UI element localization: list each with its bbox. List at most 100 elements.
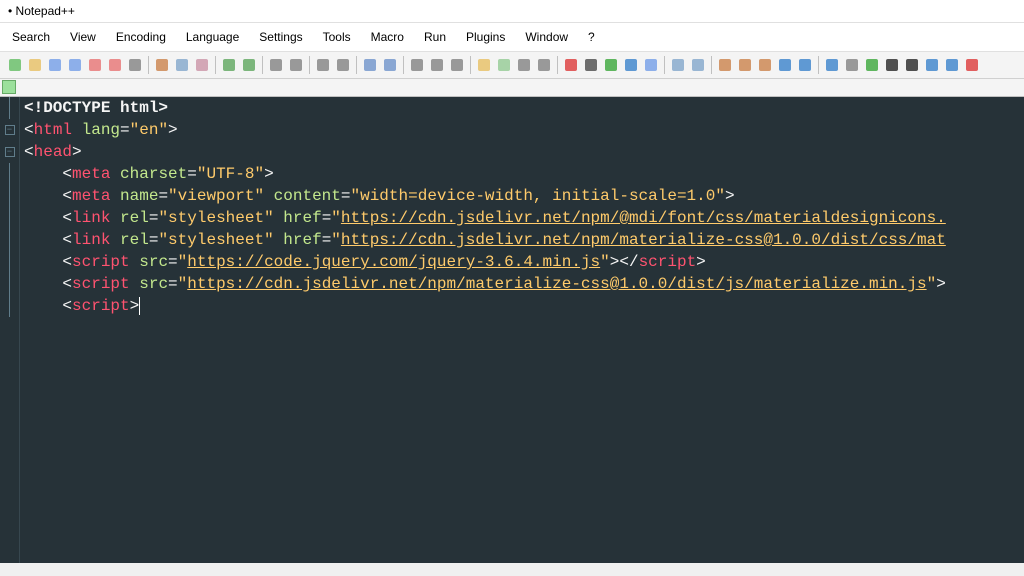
fold-line[interactable]	[0, 251, 19, 273]
sync-v-icon[interactable]	[361, 56, 379, 74]
play-icon[interactable]	[602, 56, 620, 74]
indent-right-icon[interactable]	[689, 56, 707, 74]
sort-icon[interactable]	[776, 56, 794, 74]
bookmark-icon[interactable]	[716, 56, 734, 74]
code-line[interactable]: <script src="https://code.jquery.com/jqu…	[24, 251, 1020, 273]
fold-line[interactable]: −	[0, 141, 19, 163]
arrow-up-icon[interactable]	[796, 56, 814, 74]
redo-icon[interactable]	[240, 56, 258, 74]
code-line[interactable]: <meta name="viewport" content="width=dev…	[24, 185, 1020, 207]
bookmark-next-icon[interactable]	[736, 56, 754, 74]
token-attr: content	[274, 187, 341, 205]
menu-search[interactable]: Search	[4, 27, 58, 47]
fold-line[interactable]	[0, 185, 19, 207]
fold-line[interactable]	[0, 163, 19, 185]
token-br: >	[130, 297, 140, 315]
code-area[interactable]: <!DOCTYPE html><html lang="en"><head> <m…	[20, 97, 1024, 563]
check-icon[interactable]	[823, 56, 841, 74]
close-all-icon[interactable]	[106, 56, 124, 74]
doc-list-icon[interactable]	[515, 56, 533, 74]
fold-line-bar	[9, 273, 10, 295]
token-eq: =	[120, 121, 130, 139]
save-icon[interactable]	[46, 56, 64, 74]
fold-line[interactable]	[0, 273, 19, 295]
code-line[interactable]: <link rel="stylesheet" href="https://cdn…	[24, 207, 1020, 229]
menu-help[interactable]: ?	[580, 27, 603, 47]
menu-settings[interactable]: Settings	[251, 27, 310, 47]
indent-left-icon[interactable]	[669, 56, 687, 74]
code-line[interactable]: <script src="https://cdn.jsdelivr.net/np…	[24, 273, 1020, 295]
func-list-icon[interactable]	[535, 56, 553, 74]
bookmark-prev-icon[interactable]	[756, 56, 774, 74]
fold-line[interactable]	[0, 229, 19, 251]
fold-gutter[interactable]: −−	[0, 97, 20, 563]
token-eq: =	[322, 231, 332, 249]
replace-icon[interactable]	[287, 56, 305, 74]
token-tag: script	[72, 253, 130, 271]
code-line[interactable]: <html lang="en">	[24, 119, 1020, 141]
fold-line[interactable]: −	[0, 119, 19, 141]
menu-view[interactable]: View	[62, 27, 104, 47]
menu-macro[interactable]: Macro	[363, 27, 412, 47]
token-eq: =	[187, 165, 197, 183]
token-tag: meta	[72, 187, 110, 205]
token-br: <	[24, 143, 34, 161]
new-file-icon[interactable]	[6, 56, 24, 74]
zoom-in-icon[interactable]	[314, 56, 332, 74]
token-br: <	[62, 187, 72, 205]
file-tab[interactable]	[2, 80, 16, 94]
fold-line[interactable]	[0, 97, 19, 119]
token-tag: script	[72, 275, 130, 293]
fold-line[interactable]	[0, 207, 19, 229]
paste-icon[interactable]	[193, 56, 211, 74]
menu-plugins[interactable]: Plugins	[458, 27, 513, 47]
fold-line[interactable]	[0, 295, 19, 317]
copy-icon[interactable]	[173, 56, 191, 74]
toolbar-separator	[356, 56, 357, 74]
indent-icon[interactable]	[448, 56, 466, 74]
menu-window[interactable]: Window	[517, 27, 576, 47]
spellcheck-icon[interactable]	[863, 56, 881, 74]
stop-icon[interactable]	[582, 56, 600, 74]
save-macro-icon[interactable]	[642, 56, 660, 74]
token-attr: lang	[82, 121, 120, 139]
wordwrap-icon[interactable]	[408, 56, 426, 74]
fold-marker-icon[interactable]: −	[5, 125, 15, 135]
text-cursor	[139, 297, 140, 315]
doc-map-icon[interactable]	[495, 56, 513, 74]
undo-icon[interactable]	[220, 56, 238, 74]
playloop-icon[interactable]	[622, 56, 640, 74]
record-icon[interactable]	[562, 56, 580, 74]
close-icon[interactable]	[86, 56, 104, 74]
expand-icon[interactable]	[923, 56, 941, 74]
code-line[interactable]: <!DOCTYPE html>	[24, 97, 1020, 119]
grid-icon[interactable]	[843, 56, 861, 74]
save-all-icon[interactable]	[66, 56, 84, 74]
fold-line-bar	[9, 295, 10, 317]
sync-h-icon[interactable]	[381, 56, 399, 74]
cut-icon[interactable]	[153, 56, 171, 74]
find-icon[interactable]	[267, 56, 285, 74]
code-icon[interactable]	[943, 56, 961, 74]
code-line[interactable]: <script>	[24, 295, 1020, 317]
code-editor[interactable]: −− <!DOCTYPE html><html lang="en"><head>…	[0, 97, 1024, 563]
bold-icon[interactable]	[883, 56, 901, 74]
code-line[interactable]: <link rel="stylesheet" href="https://cdn…	[24, 229, 1020, 251]
close-red-icon[interactable]	[963, 56, 981, 74]
all-chars-icon[interactable]	[428, 56, 446, 74]
open-file-icon[interactable]	[26, 56, 44, 74]
fold-marker-icon[interactable]: −	[5, 147, 15, 157]
menu-encoding[interactable]: Encoding	[108, 27, 174, 47]
zoom-out-icon[interactable]	[334, 56, 352, 74]
menu-language[interactable]: Language	[178, 27, 247, 47]
code-line[interactable]: <head>	[24, 141, 1020, 163]
code-line[interactable]: <meta charset="UTF-8">	[24, 163, 1020, 185]
token-str: "	[331, 209, 341, 227]
menu-run[interactable]: Run	[416, 27, 454, 47]
print-icon[interactable]	[126, 56, 144, 74]
js-icon[interactable]	[903, 56, 921, 74]
menu-tools[interactable]: Tools	[315, 27, 359, 47]
folder-browse-icon[interactable]	[475, 56, 493, 74]
fold-line-bar	[9, 251, 10, 273]
token-attr: rel	[120, 231, 149, 249]
